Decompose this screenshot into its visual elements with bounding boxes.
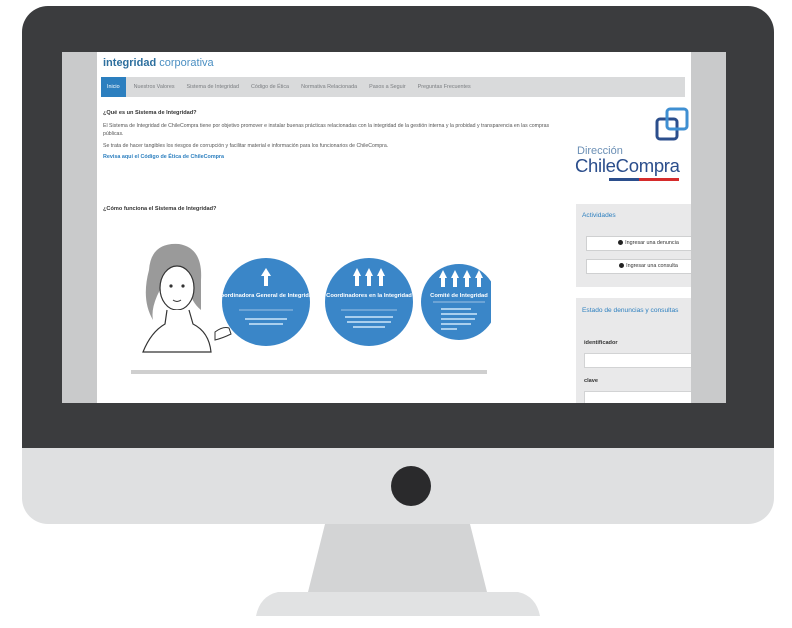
- report-complaint-label: Ingresar una denuncia: [625, 240, 679, 246]
- how-it-works-title: ¿Cómo funciona el Sistema de Integridad?: [103, 206, 217, 212]
- password-label: clave: [584, 378, 598, 384]
- nav-item-valores[interactable]: Nuestros Valores: [128, 77, 181, 97]
- activities-title: Actividades: [582, 212, 616, 219]
- intro-paragraph: El Sistema de Integridad de ChileCompra …: [103, 123, 550, 137]
- identifier-label: identificador: [584, 340, 618, 346]
- logo-squares-icon: [655, 107, 689, 141]
- nav-item-inicio[interactable]: Inicio: [101, 77, 126, 97]
- committee-circle: [421, 264, 491, 340]
- nav-item-preguntas[interactable]: Preguntas Frecuentes: [412, 77, 477, 97]
- password-input[interactable]: [584, 391, 691, 403]
- site-brand[interactable]: integridad corporativa: [103, 56, 214, 70]
- status-panel: Estado de denuncias y consultas identifi…: [576, 298, 691, 403]
- coordinators-circle: [325, 258, 413, 346]
- intro-paragraph-2: Se trata de hacer tangibles los riesgos …: [103, 143, 389, 149]
- nav-item-pasos[interactable]: Pasos a Seguir: [363, 77, 412, 97]
- circle-1-title: Coordinadora General de Integridad: [216, 293, 316, 299]
- submit-inquiry-label: Ingresar una consulta: [626, 263, 678, 269]
- info-icon: [618, 240, 624, 246]
- web-page: integridad corporativa Inicio Nuestros V…: [97, 52, 691, 403]
- main-nav: Inicio Nuestros Valores Sistema de Integ…: [101, 77, 685, 97]
- monitor-stand: [256, 524, 540, 616]
- nav-item-codigo[interactable]: Código de Ética: [245, 77, 295, 97]
- circle-3-title: Comité de Integridad: [430, 293, 488, 299]
- info-icon: [619, 263, 625, 269]
- report-complaint-button[interactable]: Ingresar una denuncia: [586, 236, 691, 251]
- circle-2-title: Coordinadores en la Integridad: [326, 293, 412, 299]
- circle-1-title-line1: Coordinadora General de Integridad: [216, 293, 316, 299]
- code-of-ethics-link[interactable]: Revisa aquí el Código de Ética de ChileC…: [103, 154, 555, 160]
- logo-big-text: ChileCompra: [575, 155, 680, 176]
- coordinator-general-circle: [222, 258, 310, 346]
- status-title: Estado de denuncias y consultas: [582, 307, 679, 314]
- brand-strong: integridad: [103, 57, 157, 69]
- nav-item-sistema[interactable]: Sistema de Integridad: [181, 77, 245, 97]
- monitor-screen: integridad corporativa Inicio Nuestros V…: [62, 52, 726, 403]
- logo-flag-red: [639, 178, 679, 181]
- chilecompra-logo[interactable]: Dirección ChileCompra: [575, 107, 691, 182]
- identifier-input[interactable]: [584, 353, 691, 368]
- integrity-infographic: Coordinadora General de Integridad Coord…: [131, 243, 491, 374]
- brand-light: corporativa: [159, 57, 214, 69]
- logo-flag-blue: [609, 178, 639, 181]
- power-button-icon: [391, 466, 431, 506]
- section-title: ¿Qué es un Sistema de Integridad?: [103, 110, 197, 116]
- main-content: ¿Qué es un Sistema de Integridad? El Sis…: [103, 110, 555, 160]
- nav-item-normativa[interactable]: Normativa Relacionada: [295, 77, 363, 97]
- submit-inquiry-button[interactable]: Ingresar una consulta: [586, 259, 691, 274]
- activities-panel: Actividades Ingresar una denuncia Ingres…: [576, 204, 691, 287]
